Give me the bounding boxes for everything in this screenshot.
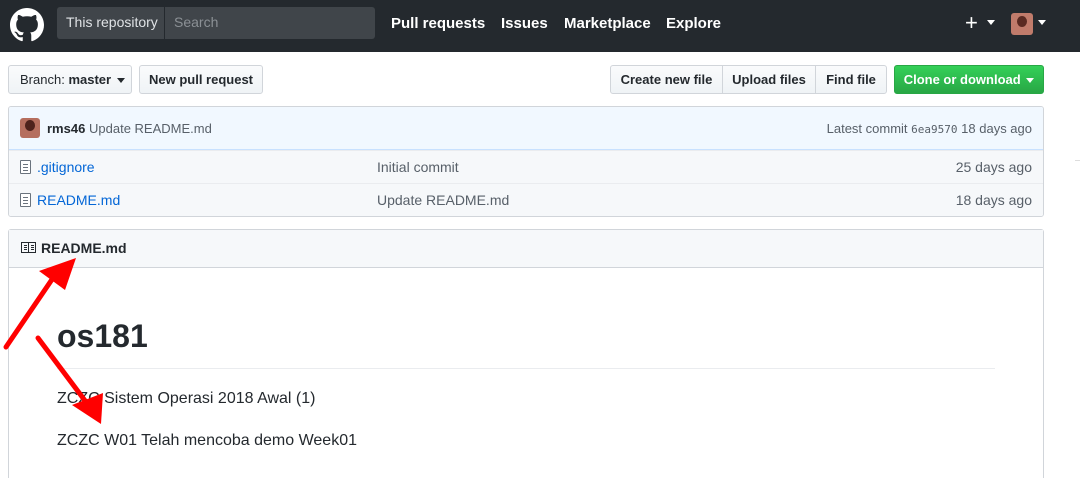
file-commit-message-link[interactable]: Update README.md [377, 192, 509, 208]
readme-title: README.md [41, 240, 127, 256]
chevron-down-icon [116, 78, 125, 84]
readme-line: ZCZC W01 Telah mencoba demo Week01 [57, 432, 357, 449]
file-name-link[interactable]: README.md [37, 192, 120, 208]
latest-commit-info: Latest commit 6ea9570 18 days ago [827, 121, 1032, 136]
user-avatar[interactable] [1011, 13, 1033, 35]
chevron-down-icon [1026, 78, 1035, 84]
chevron-down-icon[interactable] [987, 20, 995, 25]
commit-author-avatar[interactable] [20, 118, 40, 138]
commit-author-link[interactable]: rms46 [47, 121, 85, 136]
divider [1075, 160, 1080, 161]
clone-download-button[interactable]: Clone or download [894, 65, 1044, 94]
branch-prefix-label: Branch: [20, 72, 65, 87]
file-age: 18 days ago [955, 192, 1032, 208]
book-icon [21, 242, 36, 253]
create-new-file-button[interactable]: Create new file [611, 66, 723, 93]
search-box: This repository Search [57, 7, 375, 39]
search-input[interactable]: Search [166, 7, 375, 39]
readme-panel: README.md os181 ZCZC Sistem Operasi 2018… [8, 229, 1044, 478]
file-name-link[interactable]: .gitignore [37, 159, 95, 175]
file-age: 25 days ago [955, 159, 1032, 175]
commit-sha-link[interactable]: 6ea9570 [911, 123, 957, 136]
nav-pull-requests[interactable]: Pull requests [391, 15, 485, 32]
plus-icon[interactable]: + [965, 12, 978, 34]
branch-select-button[interactable]: Branch: master [8, 65, 132, 94]
search-scope-label[interactable]: This repository [57, 7, 165, 39]
upload-files-button[interactable]: Upload files [723, 66, 816, 93]
latest-commit-label: Latest commit [826, 121, 908, 136]
github-logo-icon[interactable] [10, 8, 44, 42]
nav-explore[interactable]: Explore [666, 15, 721, 32]
top-nav-bar: This repository Search Pull requests Iss… [0, 0, 1080, 52]
readme-line: ZCZC Sistem Operasi 2018 Awal (1) [57, 390, 316, 407]
nav-marketplace[interactable]: Marketplace [564, 15, 651, 32]
commit-message-link[interactable]: Update README.md [89, 121, 212, 136]
branch-name: master [68, 72, 112, 87]
readme-heading: os181 [57, 318, 148, 354]
find-file-button[interactable]: Find file [816, 66, 886, 93]
chevron-down-icon[interactable] [1038, 20, 1046, 25]
file-table: rms46 Update README.md Latest commit 6ea… [8, 106, 1044, 217]
table-row: README.md Update README.md 18 days ago [9, 183, 1043, 216]
file-icon [20, 160, 31, 174]
file-icon [20, 193, 31, 207]
new-pull-request-button[interactable]: New pull request [139, 65, 263, 94]
latest-commit-bar: rms46 Update README.md Latest commit 6ea… [9, 107, 1043, 150]
divider [57, 368, 995, 369]
commit-age: 18 days ago [961, 121, 1032, 136]
table-row: .gitignore Initial commit 25 days ago [9, 150, 1043, 183]
file-commit-message-link[interactable]: Initial commit [377, 159, 459, 175]
file-actions-group: Create new file Upload files Find file [610, 65, 887, 94]
nav-issues[interactable]: Issues [501, 15, 548, 32]
readme-header: README.md [9, 230, 1043, 268]
clone-download-label: Clone or download [903, 72, 1021, 87]
